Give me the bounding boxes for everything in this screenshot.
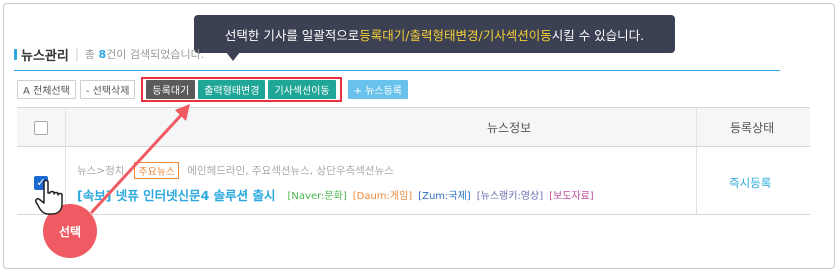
page-header: 뉴스관리 | 총 8건이 검색되었습니다. [14, 45, 205, 64]
hand-cursor-icon [33, 178, 67, 216]
header-divider [14, 70, 780, 71]
register-news-button[interactable]: + 뉴스등록 [347, 79, 408, 99]
tooltip-suffix: 시킬 수 있습니다. [551, 27, 645, 43]
result-count: 총 8건이 검색되었습니다. [84, 48, 205, 61]
column-status: 등록상태 [730, 121, 775, 135]
header-separator: | [74, 47, 79, 61]
table-row: [속보] 넷퓨 인터넷신문4 솔루션 출시 [Naver:문화] [Daum:게… [77, 185, 600, 204]
page-title: 뉴스관리 [21, 48, 69, 64]
table-header: 뉴스정보 등록상태 [17, 108, 810, 147]
delete-selected-button[interactable]: - 선택삭제 [79, 79, 136, 99]
highlighted-actions: 등록대기 출력형태변경 기사섹션이동 [141, 76, 342, 102]
header-checkbox[interactable] [34, 121, 48, 135]
news-title-link[interactable]: [속보] 넷퓨 인터넷신문4 솔루션 출시 [77, 185, 276, 204]
change-output-button[interactable]: 출력형태변경 [198, 79, 266, 99]
move-section-button[interactable]: 기사섹션이동 [268, 79, 336, 99]
portal-tag: [Zum:국제] [418, 191, 471, 202]
column-divider [696, 108, 697, 214]
placement-list: 메인헤드라인, 주요섹션뉴스, 상단우측섹션뉴스 [187, 165, 394, 177]
portal-tag: [뉴스랭키:영상] [476, 191, 544, 202]
column-news-info: 뉴스정보 [487, 121, 532, 135]
register-wait-button[interactable]: 등록대기 [146, 79, 196, 99]
tooltip-highlight: 등록대기/출력형태변경/기사섹션이동 [359, 27, 552, 43]
title-marker [14, 48, 17, 60]
tooltip-tail [226, 52, 240, 61]
tooltip-prefix: 선택한 기사를 일괄적으로 [224, 27, 360, 43]
main-news-tag: 주요뉴스 [134, 162, 180, 179]
tooltip: 선택한 기사를 일괄적으로 등록대기/출력형태변경/기사섹션이동 시킬 수 있습… [194, 15, 675, 53]
news-table: 뉴스정보 등록상태 ✓ 뉴스>정치 주요뉴스 메인헤드라인, 주요섹션뉴스, 상… [17, 107, 810, 215]
toolbar: A 전체선택 - 선택삭제 등록대기 출력형태변경 기사섹션이동 + 뉴스등록 [17, 76, 412, 102]
portal-tag: [Naver:문화] [287, 191, 347, 202]
category-path: 뉴스>정치 [77, 165, 125, 177]
portal-tag: [보도자료] [549, 191, 594, 202]
row-meta: 뉴스>정치 주요뉴스 메인헤드라인, 주요섹션뉴스, 상단우측섹션뉴스 [77, 162, 394, 179]
portal-tag: [Daum:게임] [352, 191, 413, 202]
select-all-button[interactable]: A 전체선택 [17, 79, 76, 99]
status-badge: 즉시등록 [729, 176, 772, 190]
